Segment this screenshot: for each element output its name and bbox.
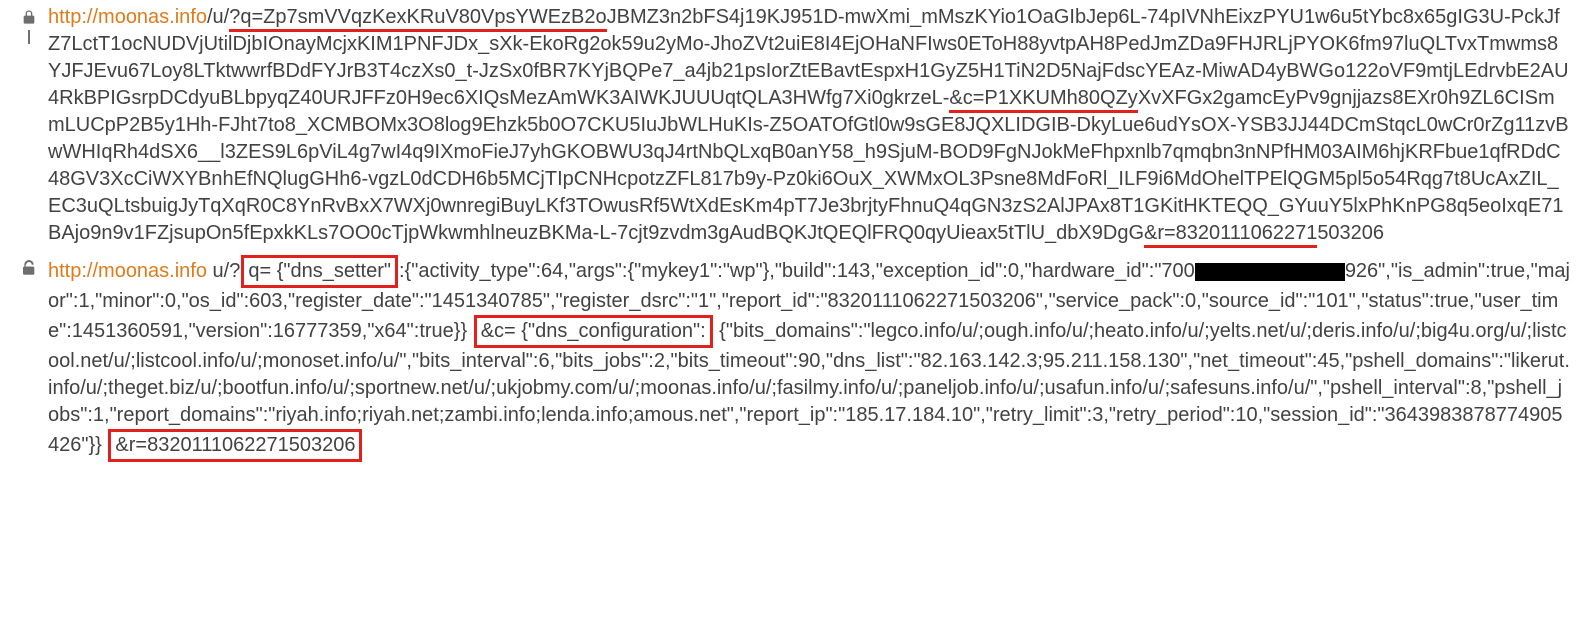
url-segment: 503206 [1317, 222, 1384, 244]
lock-closed-icon [21, 8, 37, 26]
log-entry: http://moonas.info/u/?q=Zp7smVVqzKexKRuV… [16, 4, 1571, 247]
url-segment: u/? [207, 260, 240, 282]
log-entry: http://moonas.info u/?q= {"dns_setter":{… [16, 255, 1571, 462]
highlight-box-q: q= {"dns_setter" [241, 255, 398, 288]
gutter [16, 255, 42, 277]
tree-line [28, 30, 30, 44]
log-view: { "entries": [ { "locked": true, "url_li… [0, 0, 1579, 482]
url-segment: XvXFGx2gamcEyPv9gnjjazs8EXr0h9ZL6CISmmLU… [48, 87, 1569, 244]
log-entry-text: http://moonas.info/u/?q=Zp7smVVqzKexKRuV… [42, 4, 1571, 247]
highlight-box-r: &r=8320111062271503206 [108, 429, 362, 462]
log-entry-text: http://moonas.info u/?q= {"dns_setter":{… [42, 255, 1571, 462]
json-text: :{"activity_type":64,"args":{"mykey1":"w… [399, 260, 1195, 282]
redacted-block [1195, 263, 1345, 281]
lock-open-icon [21, 259, 37, 277]
highlight-box-c: &c= {"dns_configuration": [474, 315, 713, 348]
url-param-c: &c=P1XKUMh80QZy [949, 87, 1137, 113]
url-segment: /u/ [207, 6, 229, 28]
gutter [16, 4, 42, 26]
url-param-q: ?q=Zp7smVVqzKexKRuV80VpsYWEzB2o [229, 6, 606, 32]
url-link[interactable]: http://moonas.info [48, 6, 207, 28]
url-link[interactable]: http://moonas.info [48, 260, 207, 282]
url-param-r: &r=8320111062271 [1144, 222, 1317, 248]
